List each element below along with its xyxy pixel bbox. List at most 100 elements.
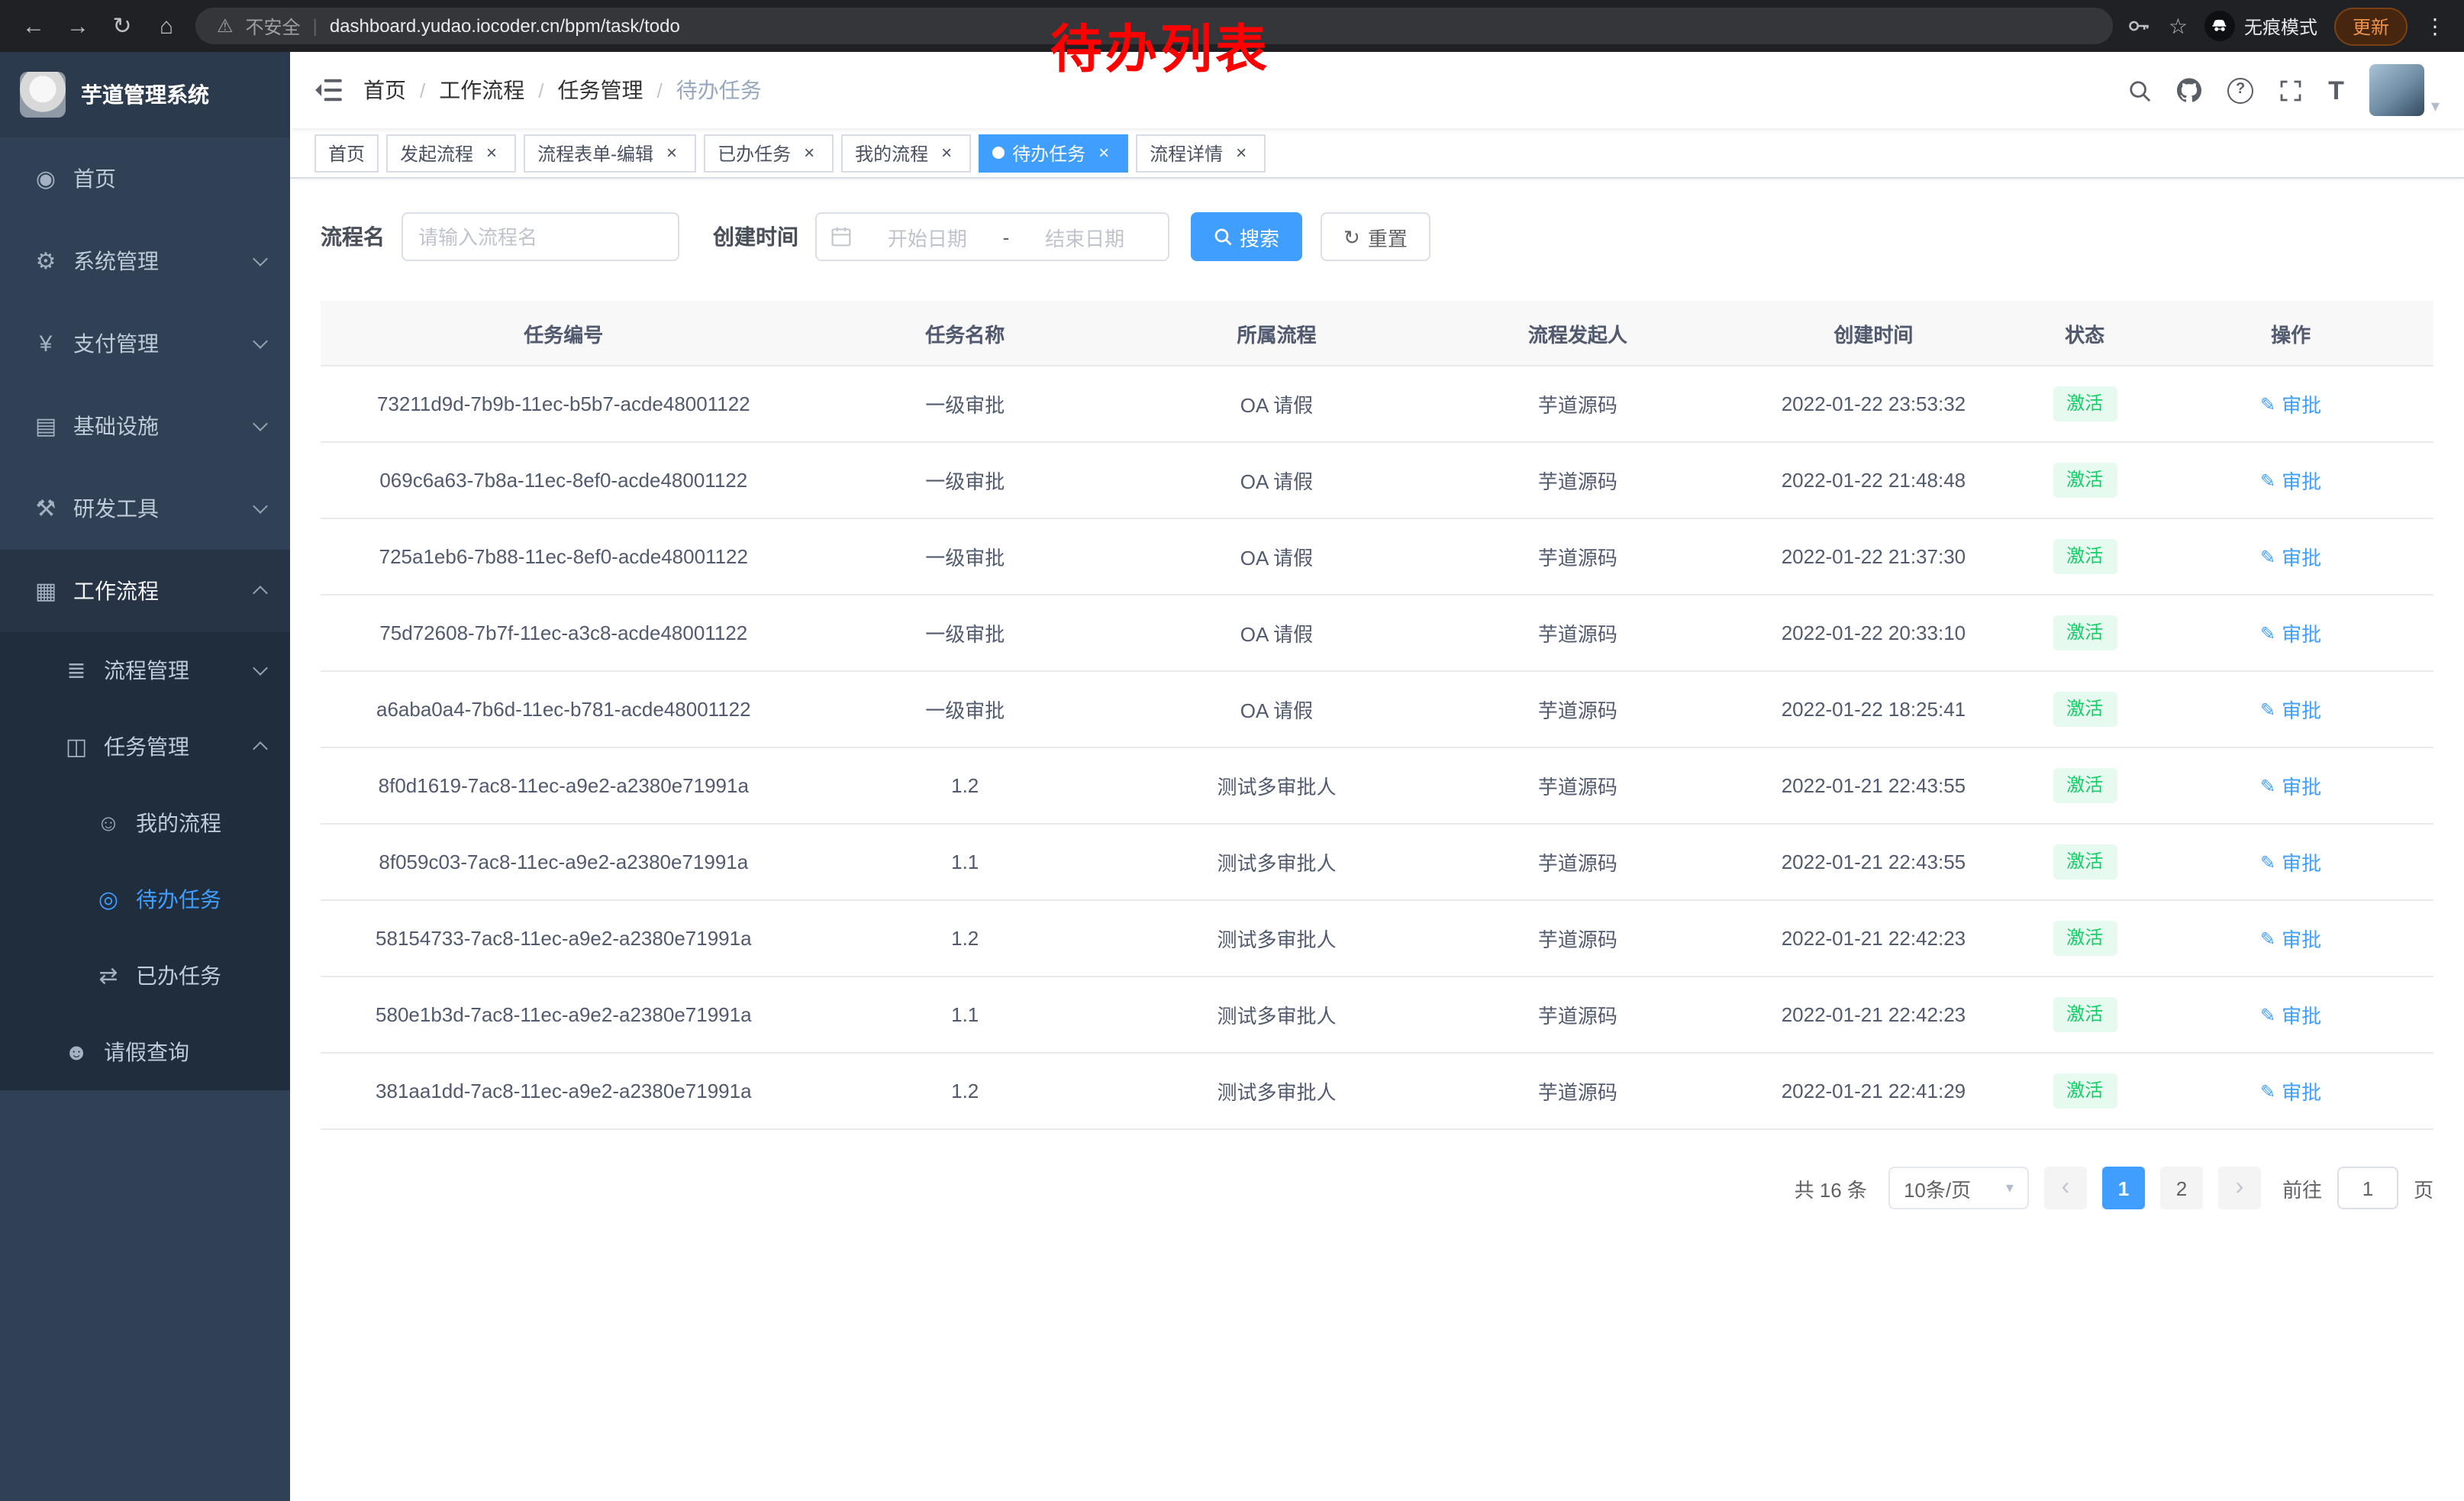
cell-initiator: 芋道源码	[1430, 671, 1726, 747]
approve-link[interactable]: ✎审批	[2260, 1077, 2321, 1106]
sidebar-item-dev-tools[interactable]: ⚒ 研发工具	[0, 467, 290, 550]
incognito-icon	[2204, 11, 2235, 41]
breadcrumb-task-management[interactable]: 任务管理	[558, 75, 643, 105]
edit-icon: ✎	[2260, 395, 2275, 413]
table-row: 58154733-7ac8-11ec-a9e2-a2380e71991a 1.2…	[321, 900, 2433, 976]
sidebar-item-home[interactable]: ◉ 首页	[0, 137, 290, 220]
page-button-2[interactable]: 2	[2160, 1167, 2203, 1209]
goto-page-input[interactable]	[2337, 1167, 2398, 1209]
approve-link[interactable]: ✎审批	[2260, 466, 2321, 495]
sidebar-item-task-management[interactable]: ◫ 任务管理	[0, 709, 290, 785]
sidebar-item-todo-tasks[interactable]: ◎ 待办任务	[0, 861, 290, 938]
key-icon[interactable]	[2127, 14, 2152, 38]
logo-image	[20, 72, 66, 118]
sidebar-item-infrastructure[interactable]: ▤ 基础设施	[0, 385, 290, 467]
approve-link[interactable]: ✎ 审批	[2260, 924, 2321, 953]
font-size-icon[interactable]: T	[2328, 77, 2344, 103]
tab-label: 我的流程	[855, 140, 928, 166]
workflow-submenu: ≣ 流程管理 ◫ 任务管理 ☺ 我的流程 ◎ 待办任务	[0, 632, 290, 1090]
approve-link[interactable]: ✎审批	[2260, 389, 2321, 418]
table-header-row: 任务编号 任务名称 所属流程 流程发起人 创建时间 状态 操作	[321, 301, 2433, 366]
close-icon[interactable]: ×	[936, 142, 957, 163]
sidebar-item-label: 支付管理	[73, 328, 255, 359]
cell-task-id: 8f0d1619-7ac8-11ec-a9e2-a2380e71991a	[321, 747, 807, 824]
calendar-icon	[830, 226, 852, 247]
sidebar-fold-icon[interactable]	[314, 78, 342, 102]
sidebar-item-leave-query[interactable]: ☻ 请假查询	[0, 1014, 290, 1090]
tab-home[interactable]: 首页	[314, 134, 379, 172]
breadcrumb-home[interactable]: 首页	[363, 75, 406, 105]
goto-label: 前往	[2282, 1173, 2322, 1202]
approve-link[interactable]: ✎审批	[2260, 771, 2321, 800]
tab-my-processes[interactable]: 我的流程 ×	[841, 134, 971, 172]
approve-link[interactable]: ✎审批	[2260, 1000, 2321, 1029]
column-header: 所属流程	[1124, 301, 1430, 366]
close-icon[interactable]: ×	[1093, 142, 1114, 163]
update-button[interactable]: 更新	[2334, 7, 2408, 45]
reload-icon[interactable]: ↻	[107, 15, 137, 37]
cell-task-name: 1.2	[807, 1053, 1124, 1129]
tab-process-detail[interactable]: 流程详情 ×	[1136, 134, 1266, 172]
github-icon[interactable]	[2177, 78, 2201, 102]
prev-page-button[interactable]: ‹	[2044, 1167, 2087, 1209]
back-icon[interactable]: ←	[18, 15, 49, 37]
sidebar-item-my-processes[interactable]: ☺ 我的流程	[0, 785, 290, 861]
cell-task-id: a6aba0a4-7b6d-11ec-b781-acde48001122	[321, 671, 807, 747]
cell-created: 2022-01-22 23:53:32	[1726, 366, 2022, 442]
search-button-label: 搜索	[1240, 222, 1279, 251]
tab-todo-tasks[interactable]: 待办任务 ×	[979, 134, 1128, 172]
page-size-select[interactable]: 10条/页 ▾	[1888, 1167, 2029, 1209]
approve-link[interactable]: ✎审批	[2260, 695, 2321, 724]
next-page-button[interactable]: ›	[2218, 1167, 2261, 1209]
breadcrumb-workflow[interactable]: 工作流程	[439, 75, 524, 105]
forward-icon[interactable]: →	[63, 15, 93, 37]
page-content: 流程名 创建时间 开始日期 - 结束日期	[290, 179, 2464, 1501]
search-icon[interactable]	[2128, 79, 2151, 102]
reset-button[interactable]: ↻ 重置	[1321, 212, 1430, 261]
end-date-placeholder: 结束日期	[1015, 222, 1154, 251]
cell-process: 测试多审批人	[1124, 900, 1430, 976]
sidebar-item-label: 工作流程	[73, 576, 255, 606]
search-button[interactable]: 搜索	[1191, 212, 1302, 261]
process-name-input[interactable]	[402, 212, 679, 261]
fullscreen-icon[interactable]	[2279, 79, 2302, 102]
tab-done-tasks[interactable]: 已办任务 ×	[704, 134, 834, 172]
sidebar-item-workflow[interactable]: ▦ 工作流程	[0, 550, 290, 632]
process-icon: ≣	[60, 657, 93, 684]
approve-link[interactable]: ✎审批	[2260, 847, 2321, 876]
divider: |	[313, 15, 318, 37]
edit-icon: ✎	[2260, 929, 2275, 947]
close-icon[interactable]: ×	[1230, 142, 1252, 163]
sidebar-item-process-management[interactable]: ≣ 流程管理	[0, 632, 290, 709]
chevron-up-icon	[253, 586, 268, 601]
approve-label: 审批	[2282, 924, 2321, 953]
bookmark-star-icon[interactable]: ☆	[2169, 13, 2188, 39]
date-range-picker[interactable]: 开始日期 - 结束日期	[815, 212, 1169, 261]
chevron-down-icon	[253, 416, 268, 431]
tab-start-process[interactable]: 发起流程 ×	[386, 134, 516, 172]
tab-process-form-edit[interactable]: 流程表单-编辑 ×	[524, 134, 696, 172]
column-header: 任务名称	[807, 301, 1124, 366]
browser-menu-icon[interactable]: ⋮	[2424, 13, 2446, 39]
chevron-down-icon	[253, 499, 268, 514]
sidebar-item-payment[interactable]: ¥ 支付管理	[0, 302, 290, 385]
approve-link[interactable]: ✎审批	[2260, 618, 2321, 647]
close-icon[interactable]: ×	[798, 142, 820, 163]
pagination-total: 共 16 条	[1795, 1173, 1867, 1202]
help-icon[interactable]: ?	[2227, 77, 2253, 103]
tools-icon: ⚒	[29, 495, 63, 522]
page-button-1[interactable]: 1	[2102, 1167, 2145, 1209]
sidebar-item-system[interactable]: ⚙ 系统管理	[0, 220, 290, 302]
address-bar[interactable]: ⚠ 不安全 | dashboard.yudao.iocoder.cn/bpm/t…	[195, 8, 2114, 44]
workflow-icon: ▦	[29, 577, 63, 605]
incognito-badge[interactable]: 无痕模式	[2204, 11, 2317, 41]
cell-process: OA 请假	[1124, 671, 1430, 747]
close-icon[interactable]: ×	[661, 142, 682, 163]
close-icon[interactable]: ×	[481, 142, 502, 163]
sidebar-item-done-tasks[interactable]: ⇄ 已办任务	[0, 938, 290, 1014]
user-menu[interactable]: ▾	[2370, 64, 2440, 116]
home-icon[interactable]: ⌂	[151, 15, 182, 37]
table-row: 8f059c03-7ac8-11ec-a9e2-a2380e71991a 1.1…	[321, 824, 2433, 900]
approve-link[interactable]: ✎审批	[2260, 542, 2321, 571]
cell-process: OA 请假	[1124, 518, 1430, 595]
